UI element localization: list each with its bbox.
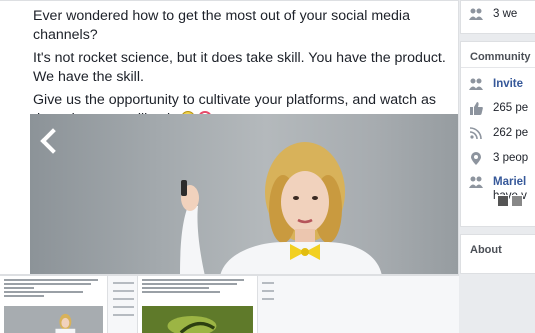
post-body: Ever wondered how to get the most out of…	[0, 1, 458, 129]
thumbs-up-icon	[469, 101, 483, 115]
about-title: About	[470, 244, 502, 256]
thumbnail-1-sidebar	[110, 276, 138, 333]
follows-count-text: 262 pe	[493, 127, 529, 139]
avatar[interactable]	[497, 195, 509, 207]
avatar[interactable]	[511, 195, 523, 207]
sidebar-top-card: 3 we	[460, 0, 535, 34]
likes-row: 265 pe	[469, 99, 528, 117]
thumbnail-1-text	[4, 279, 103, 299]
post-card: Ever wondered how to get the most out of…	[0, 0, 459, 275]
invite-link[interactable]: Invite	[493, 78, 523, 90]
sidebar-top-row: 3 we	[469, 5, 517, 23]
thumbnail-1[interactable]	[0, 276, 108, 333]
rss-follow-icon	[469, 126, 483, 140]
people-icon	[469, 7, 483, 21]
right-sidebar: 3 we Community Invite 265 pe 262 pe 3 pe…	[459, 0, 535, 333]
follows-row: 262 pe	[469, 124, 528, 142]
friends-icon	[469, 175, 483, 189]
invite-people-icon	[469, 77, 483, 91]
map-pin-icon	[469, 151, 483, 165]
friend-avatars[interactable]	[497, 195, 523, 207]
checkins-count-text: 3 peop	[493, 152, 529, 164]
community-divider	[461, 67, 535, 68]
checkins-row: 3 peop	[469, 149, 528, 167]
photo-prev-button[interactable]	[34, 126, 64, 156]
woman-writing-image	[180, 142, 382, 274]
thumbnail-2-text	[142, 279, 253, 295]
thumbnail-2-sidebar	[258, 276, 459, 333]
thumbnail-strip	[0, 275, 459, 333]
likes-count-text: 265 pe	[493, 102, 529, 114]
thumbnail-2[interactable]	[138, 276, 258, 333]
community-title: Community	[470, 51, 531, 63]
thumbnail-2-image	[142, 306, 253, 333]
post-line-2: It's not rocket science, but it does tak…	[33, 50, 446, 85]
community-card: Community Invite 265 pe 262 pe 3 peop Ma…	[460, 41, 535, 227]
about-card: About	[460, 234, 535, 274]
post-line-1: Ever wondered how to get the most out of…	[33, 8, 410, 43]
thumbnail-1-image	[4, 306, 103, 333]
sidebar-top-text: 3 we	[493, 8, 518, 20]
invite-row[interactable]: Invite	[469, 75, 523, 93]
post-photo[interactable]	[30, 114, 458, 274]
